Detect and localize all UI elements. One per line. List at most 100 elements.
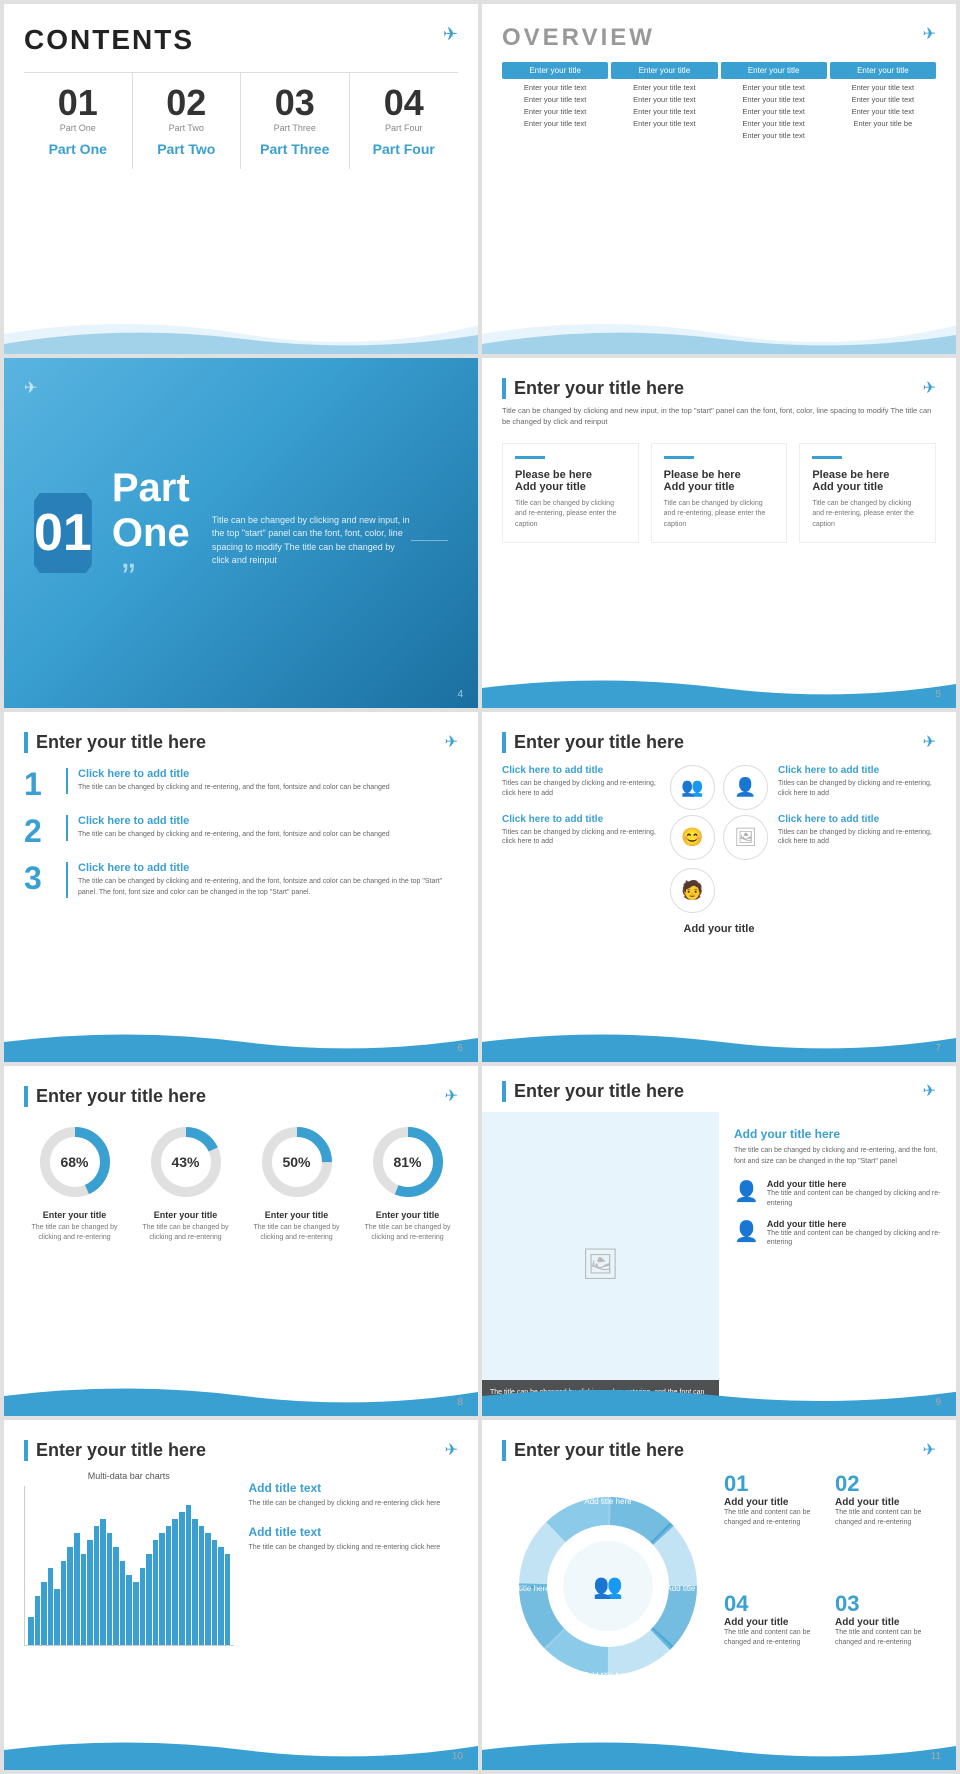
slide8-page: 9 — [935, 1397, 941, 1408]
icon-people: 👥 — [670, 765, 715, 810]
item3-content: Click here to add title The title can be… — [66, 862, 458, 898]
center-icons-top: 👥 👤 — [670, 765, 768, 810]
bar-item — [100, 1519, 106, 1645]
tb-title-1: Add title text — [249, 1481, 459, 1495]
bar-item — [218, 1547, 224, 1645]
slide9-bar-chart — [24, 1486, 234, 1646]
bar-item — [67, 1547, 73, 1645]
slide6-right: Click here to add title Titles can be ch… — [778, 765, 936, 847]
slide6-icon: ✈ — [923, 732, 936, 752]
slide6-left: Click here to add title Titles can be ch… — [502, 765, 660, 847]
bar-item — [87, 1540, 93, 1645]
donut-2: 43% — [146, 1122, 226, 1202]
slide9-chart-area: Multi-data bar charts — [24, 1471, 234, 1646]
content-sub-1: Part One — [32, 123, 124, 133]
slide9-wave — [4, 1730, 478, 1770]
content-item-4: 04 Part Four Part Four — [350, 73, 459, 169]
slide1-icon: ✈ — [443, 24, 458, 45]
person-heading-1: Add your title here — [767, 1179, 941, 1189]
slide6-left-2: Click here to add title Titles can be ch… — [502, 814, 660, 848]
ov-cell-1-2: Enter your title text — [611, 83, 717, 92]
donut-label-3: 50% — [282, 1154, 310, 1170]
person-body-1: The title and content can be changed by … — [767, 1189, 941, 1209]
ov-row-4: Enter your title text Enter your title t… — [502, 119, 936, 128]
bar-item — [140, 1568, 146, 1645]
slide-overview: OVERVIEW ✈ Enter your title Enter your t… — [482, 4, 956, 354]
content-num-4: 04 — [358, 85, 451, 121]
content-sub-3: Part Three — [249, 123, 341, 133]
slide3-icon: ✈ — [24, 378, 37, 398]
ov-row-3: Enter your title text Enter your title t… — [502, 107, 936, 116]
slide3-title-wrap: Part One ” — [112, 466, 212, 601]
person-text-2: Add your title here The title and conten… — [767, 1219, 941, 1249]
card1-line — [515, 456, 545, 459]
cy-title-2: Add your title — [835, 1497, 936, 1508]
slide1-title: CONTENTS — [24, 24, 458, 56]
ov-cell-3-2: Enter your title text — [611, 107, 717, 116]
icon-face: 😊 — [670, 815, 715, 860]
right2-body: Titles can be changed by clicking and re… — [778, 828, 936, 848]
donut-label-2: 43% — [171, 1154, 199, 1170]
ov-cell-5-1 — [502, 131, 608, 140]
content-name-2: Part Two — [141, 141, 233, 157]
slide5-page: 6 — [457, 1043, 463, 1054]
tb-desc-1: The title can be changed by clicking and… — [249, 1499, 459, 1510]
tb-title-2: Add title text — [249, 1525, 459, 1539]
slide5-item-1: 1 Click here to add title The title can … — [24, 768, 458, 800]
cy-item-2: 02 Add your title The title and content … — [835, 1471, 936, 1581]
ov-btn-1: Enter your title — [502, 62, 608, 79]
slide3-header: 01 Part One ” — [34, 466, 212, 601]
bar-item — [126, 1575, 132, 1645]
slide-part-one: ✈ 01 Part One ” Title can be changed by … — [4, 358, 478, 708]
slide5-items: 1 Click here to add title The title can … — [24, 768, 458, 898]
ov-cell-4-2: Enter your title text — [611, 119, 717, 128]
slide10-icon: ✈ — [923, 1440, 936, 1460]
content-name-4: Part Four — [358, 141, 451, 157]
slide-icons-grid: Enter your title here ✈ Click here to ad… — [482, 712, 956, 1062]
contents-grid: 01 Part One Part One 02 Part Two Part Tw… — [24, 72, 458, 169]
svg-text:Add title here: Add title here — [666, 1584, 708, 1593]
bar-item — [35, 1596, 41, 1645]
card1-body: Title can be changed by clicking and re-… — [515, 499, 626, 531]
slide5-wave — [4, 1022, 478, 1062]
person-body-2: The title and content can be changed by … — [767, 1229, 941, 1249]
ov-cell-2-2: Enter your title text — [611, 95, 717, 104]
chart-title-1: Enter your title — [24, 1210, 125, 1220]
center-icons-bottom: 😊 🖼 🧑 — [670, 815, 768, 913]
cy-desc-4: The title and content can be changed and… — [835, 1628, 936, 1648]
ov-cell-1-1: Enter your title text — [502, 83, 608, 92]
cy-title-1: Add your title — [724, 1497, 825, 1508]
donut-label-1: 68% — [60, 1154, 88, 1170]
slide5-title: Enter your title here — [24, 732, 458, 753]
item1-heading: Click here to add title — [78, 768, 390, 780]
bar-item — [28, 1617, 34, 1645]
content-item-3: 03 Part Three Part Three — [241, 73, 350, 169]
cy-num-1: 01 — [724, 1471, 825, 1497]
ov-cell-2-3: Enter your title text — [721, 95, 827, 104]
ov-cell-3-1: Enter your title text — [502, 107, 608, 116]
content-name-3: Part Three — [249, 141, 341, 157]
right1-heading: Click here to add title — [778, 765, 936, 776]
tb-desc-2: The title can be changed by clicking and… — [249, 1543, 459, 1554]
bar-item — [212, 1540, 218, 1645]
item2-heading: Click here to add title — [78, 815, 390, 827]
slide9-page: 10 — [452, 1751, 463, 1762]
slide-cycle: Enter your title here ✈ 👥 Add title here… — [482, 1420, 956, 1770]
slide3-quote: ” — [122, 556, 135, 600]
slide6-right-2: Click here to add title Titles can be ch… — [778, 814, 936, 848]
donut-4: 81% — [368, 1122, 448, 1202]
cycle-labels: 01 Add your title The title and content … — [724, 1471, 936, 1701]
slide6-page: 7 — [935, 1043, 941, 1054]
slide9-chart-title: Multi-data bar charts — [24, 1471, 234, 1481]
item1-num: 1 — [24, 768, 54, 800]
slide6-left-1: Click here to add title Titles can be ch… — [502, 765, 660, 799]
chart-title-3: Enter your title — [246, 1210, 347, 1220]
slide8-content: 🖼 The title can be changed by clicking a… — [482, 1112, 956, 1416]
chart-desc-3: The title can be changed by clicking and… — [246, 1223, 347, 1243]
slide9-icon: ✈ — [445, 1440, 458, 1460]
bar-item — [94, 1526, 100, 1645]
slide8-right-desc: The title can be changed by clicking and… — [734, 1146, 941, 1167]
slide10-wave — [482, 1730, 956, 1770]
ov-cell-5-4 — [830, 131, 936, 140]
slide3-page: 4 — [457, 689, 463, 700]
